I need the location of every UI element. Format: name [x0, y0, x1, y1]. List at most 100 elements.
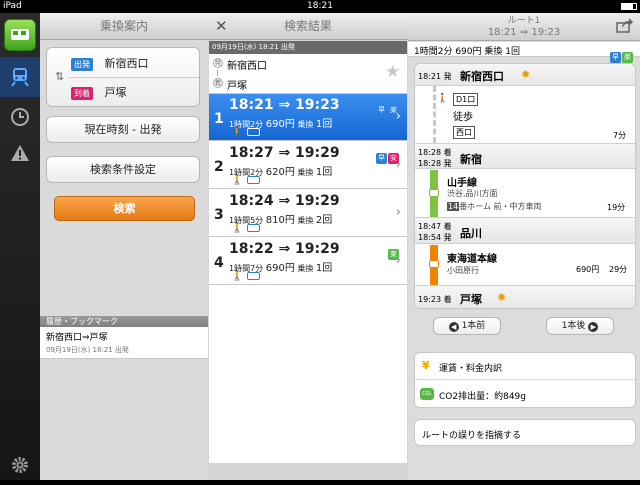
- walk-icon: 🚶: [231, 223, 244, 234]
- left-rail: [0, 13, 40, 480]
- from-tag: 出発: [71, 58, 93, 71]
- warning-tab-icon[interactable]: [0, 133, 40, 173]
- result-price: 620円: [265, 167, 295, 178]
- result-times: 18:22 ⇒ 19:29: [229, 241, 340, 257]
- close-icon[interactable]: ✕: [215, 17, 228, 35]
- platform-info: 14番ホーム 前・中方車両: [447, 201, 542, 212]
- station-row-shinagawa: 18:47 着 18:54 発 品川: [415, 217, 635, 244]
- line-minutes: 29分: [609, 265, 628, 274]
- date-line: 09月19日(水) 18:21 出発: [209, 41, 407, 54]
- history-item[interactable]: 新宿西口⇒戸塚 09月19日(水) 18:21 出発: [40, 327, 208, 359]
- arrive-time: 18:28: [418, 148, 442, 157]
- from-row[interactable]: 出発 新宿西口: [71, 55, 149, 71]
- mode-icons: 🚶: [231, 127, 260, 138]
- walk-icon: 🚶: [231, 175, 244, 186]
- result-transfer-label: 乗換: [297, 168, 314, 177]
- result-row[interactable]: 4 18:22 ⇒ 19:29 1時間7分 690円 乗換 1回 🚶 › 楽: [209, 238, 407, 285]
- bookmark-star-icon[interactable]: ★: [385, 62, 400, 82]
- depart-mark: 発: [213, 58, 223, 68]
- route-input-box: ⇅ 出発 新宿西口 到着 戸塚: [46, 47, 200, 107]
- badge-icon: 楽: [388, 249, 399, 260]
- station-row-end: 19:23 着 戸塚 ✹: [415, 285, 635, 308]
- depart-mark: 発: [443, 159, 452, 168]
- prev-train-button[interactable]: ◀ 1本前: [433, 317, 501, 335]
- search-results-panel: 検索結果 ✕ 09月19日(水) 18:21 出発 発 新宿西口 着 戸塚 ★ …: [208, 13, 408, 480]
- result-times: 18:27 ⇒ 19:29: [229, 145, 340, 161]
- co2-row: CO₂ CO2排出量：約849g: [415, 381, 635, 408]
- badge-easy-icon: 楽: [622, 52, 633, 63]
- to-row[interactable]: 到着 戸塚: [71, 84, 127, 100]
- clock-tab-icon[interactable]: [0, 97, 40, 137]
- result-row[interactable]: 1 18:21 ⇒ 19:23 1時間2分 690円 乗換 1回 🚶 › 早楽: [209, 94, 407, 141]
- result-transfer-label: 乗換: [297, 264, 314, 273]
- arrive-mark: 着: [213, 78, 223, 88]
- line-minutes: 19分: [607, 203, 626, 212]
- status-bar: iPad 18:21: [0, 0, 640, 13]
- result-row[interactable]: 2 18:27 ⇒ 19:29 1時間2分 620円 乗換 1回 🚶 › 早安: [209, 142, 407, 189]
- exit-d1: D1口: [453, 93, 479, 106]
- result-times: 18:24 ⇒ 19:29: [229, 193, 340, 209]
- results-title: 検索結果: [208, 13, 408, 40]
- result-transfer-label: 乗換: [297, 120, 314, 129]
- report-error-button[interactable]: ルートの誤りを指摘する: [414, 419, 636, 446]
- result-badges: 楽: [387, 241, 399, 260]
- yen-icon: ¥: [422, 359, 430, 372]
- start-station: 新宿西口: [460, 70, 504, 83]
- line-name: 山手線: [447, 178, 477, 189]
- badge-fast-icon: 早: [610, 52, 621, 63]
- result-price: 690円: [265, 263, 295, 274]
- depart-time: 18:28: [418, 159, 442, 168]
- to-station: 戸塚: [104, 86, 127, 99]
- depart-time: 18:21: [418, 72, 442, 81]
- mode-icons: 🚶: [231, 223, 260, 234]
- badge-icon: 楽: [390, 106, 397, 114]
- panel-title: 乗換案内: [40, 13, 208, 40]
- detail-header: ルート1 18:21 ⇒ 19:23: [408, 13, 640, 41]
- to-tag: 到着: [71, 87, 93, 100]
- result-times: 18:21 ⇒ 19:23: [229, 97, 340, 113]
- arrive-mark: 着: [443, 148, 452, 157]
- history-header: 履歴・ブックマーク: [40, 316, 208, 327]
- train-icon: [429, 189, 439, 197]
- line-direction: 渋谷,品川方面: [447, 189, 498, 198]
- transfer-station: 品川: [460, 227, 482, 240]
- train-tab-icon[interactable]: [0, 57, 40, 97]
- share-icon[interactable]: [616, 18, 633, 37]
- sun-icon: ✹: [497, 291, 507, 304]
- transfer-station: 新宿: [460, 153, 482, 166]
- depart-time: 18:54: [418, 233, 442, 242]
- train-icon: [246, 128, 260, 136]
- fare-breakdown-row[interactable]: ¥ 運賃・料金内訳: [415, 353, 635, 380]
- line-price: 690円: [576, 265, 600, 274]
- result-number: 4: [214, 255, 224, 271]
- swap-icon[interactable]: ⇅: [55, 70, 64, 83]
- current-time-depart-button[interactable]: 現在時刻 - 出発: [46, 116, 200, 143]
- next-label: 1本後: [561, 321, 586, 331]
- battery-icon: [621, 3, 637, 10]
- settings-gear-icon[interactable]: [0, 445, 40, 485]
- fare-label: 運賃・料金内訳: [439, 364, 503, 374]
- sun-icon: ✹: [521, 68, 531, 81]
- search-button[interactable]: 検索: [54, 196, 195, 221]
- arrive-time: 19:23: [418, 295, 442, 304]
- mode-icons: 🚶: [231, 271, 260, 282]
- next-train-button[interactable]: 1本後 ▶: [546, 317, 614, 335]
- co2-icon: CO₂: [420, 388, 434, 400]
- route-summary: 1時間2分 690円 乗換 1回: [414, 47, 520, 57]
- badge-icon: 早: [378, 106, 385, 114]
- badge-icon: 安: [388, 153, 399, 164]
- result-row[interactable]: 3 18:24 ⇒ 19:29 1時間5分 810円 乗換 2回 🚶 ›: [209, 190, 407, 237]
- station-row-shinjuku: 18:28 着 18:28 発 新宿: [415, 143, 635, 169]
- station-row-start: 18:21 発 新宿西口 ✹: [415, 64, 635, 86]
- app-logo-icon[interactable]: [0, 15, 40, 55]
- walk-icon: 🚶: [231, 127, 244, 138]
- walk-icon: 🚶: [437, 94, 449, 104]
- result-badges: 早楽: [375, 97, 399, 116]
- search-settings-button[interactable]: 検索条件設定: [46, 156, 200, 183]
- platform-number: 14: [447, 202, 460, 211]
- info-box: ¥ 運賃・料金内訳 CO₂ CO2排出量：約849g: [414, 352, 636, 408]
- arrive-time: 18:47: [418, 222, 442, 231]
- depart-mark: 発: [443, 233, 452, 242]
- arrive-mark: 着: [443, 222, 452, 231]
- walk-minutes: 7分: [613, 131, 627, 140]
